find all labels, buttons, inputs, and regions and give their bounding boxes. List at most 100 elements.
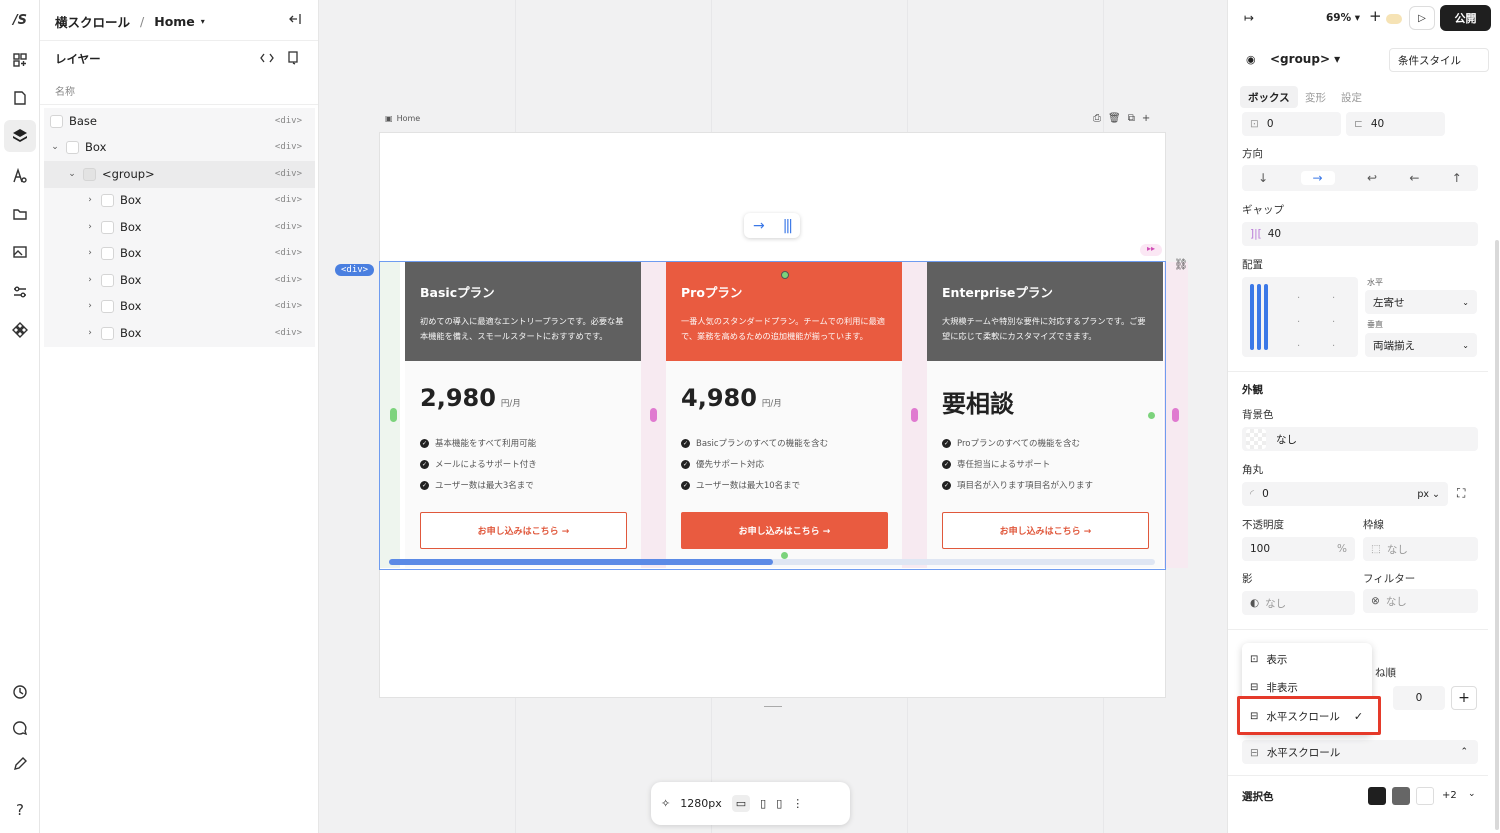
- pen-icon[interactable]: [8, 752, 32, 776]
- help-icon[interactable]: ?: [8, 798, 32, 822]
- chevron-down-icon[interactable]: ⌄: [50, 142, 60, 152]
- element-selector[interactable]: <group> ▾: [1270, 52, 1340, 66]
- add-button[interactable]: +: [1451, 686, 1477, 710]
- cond-style-button[interactable]: 条件スタイル: [1389, 48, 1489, 72]
- arrow-right-icon[interactable]: →: [753, 218, 765, 234]
- pages-icon[interactable]: [8, 86, 32, 110]
- mobile-icon[interactable]: ▯: [776, 797, 782, 810]
- folder-icon[interactable]: [8, 202, 32, 226]
- selection-tag[interactable]: <div>: [335, 264, 375, 276]
- size-field[interactable]: ⊡ 0: [1242, 112, 1341, 136]
- sparkle-icon[interactable]: ✧: [661, 797, 670, 810]
- apply-button[interactable]: お申し込みはこちら →: [942, 512, 1149, 549]
- scrollbar-thumb[interactable]: [389, 559, 773, 565]
- layers-icon[interactable]: [4, 120, 36, 152]
- image-icon[interactable]: [8, 240, 32, 264]
- history-icon[interactable]: [8, 680, 32, 704]
- panel-scrollbar[interactable]: [1495, 240, 1499, 830]
- layer-row[interactable]: › Box <div>: [44, 187, 314, 213]
- code-icon[interactable]: [260, 51, 274, 65]
- components-icon[interactable]: [8, 318, 32, 342]
- pricing-card-enterprise[interactable]: Enterpriseプラン 大規模チームや特別な要件に対応するプランです。ご要望…: [927, 262, 1163, 568]
- chevron-down-icon[interactable]: ⌄: [67, 169, 77, 179]
- publish-button[interactable]: 公開: [1440, 5, 1491, 31]
- frame-resize-handle[interactable]: [764, 706, 782, 707]
- more-icon[interactable]: ⋮: [792, 797, 803, 810]
- chevron-right-icon[interactable]: ›: [85, 195, 95, 205]
- bg-field[interactable]: なし: [1242, 427, 1478, 451]
- color-swatch[interactable]: [1392, 787, 1410, 805]
- tab-box[interactable]: ボックス: [1248, 90, 1290, 105]
- desktop-icon[interactable]: ▭: [731, 795, 751, 812]
- typography-icon[interactable]: [8, 164, 32, 188]
- chevron-right-icon[interactable]: ›: [85, 248, 95, 258]
- chevron-down-icon[interactable]: ⌄: [1468, 789, 1476, 799]
- pricing-card-basic[interactable]: Basicプラン 初めての導入に最適なエントリープランです。必要な基本機能を備え…: [405, 262, 641, 568]
- menu-item-show[interactable]: ⊡ 表示: [1250, 652, 1287, 667]
- zoom-level[interactable]: 69% ▾: [1326, 12, 1360, 24]
- more-colors[interactable]: +2: [1442, 790, 1457, 801]
- copy-icon[interactable]: [286, 51, 300, 65]
- canvas-width[interactable]: 1280px: [680, 797, 722, 810]
- apply-button[interactable]: お申し込みはこちら →: [681, 512, 888, 549]
- resize-handle[interactable]: [781, 271, 789, 279]
- comment-icon[interactable]: [8, 716, 32, 740]
- order-field[interactable]: 0: [1393, 686, 1445, 710]
- layer-row[interactable]: › Box <div>: [44, 240, 314, 266]
- chevron-right-icon[interactable]: ›: [85, 275, 95, 285]
- layer-row[interactable]: › Box <div>: [44, 293, 314, 319]
- layer-row[interactable]: › Box <div>: [44, 267, 314, 293]
- layer-row-selected[interactable]: ⌄ <group> <div>: [44, 161, 314, 187]
- horizontal-select[interactable]: 左寄せ ⌄: [1365, 290, 1477, 314]
- chevron-right-icon[interactable]: ›: [85, 328, 95, 338]
- vertical-select[interactable]: 両端揃え ⌄: [1365, 333, 1477, 357]
- columns-icon[interactable]: |||: [783, 218, 793, 234]
- layer-row[interactable]: ⌄ Box <div>: [44, 134, 314, 160]
- opacity-field[interactable]: 100%: [1242, 537, 1355, 561]
- duplicate-icon[interactable]: ⧉: [1128, 113, 1135, 124]
- color-swatch[interactable]: [1368, 787, 1386, 805]
- trash-icon[interactable]: 🗑: [1108, 113, 1121, 124]
- menu-item-hide[interactable]: ⊟ 非表示: [1250, 680, 1298, 695]
- variables-icon[interactable]: [8, 280, 32, 304]
- tab-settings[interactable]: 設定: [1341, 90, 1362, 105]
- border-field[interactable]: ⬚ なし: [1363, 537, 1478, 561]
- avatar[interactable]: [1386, 14, 1402, 24]
- layer-row[interactable]: Base <div>: [44, 108, 314, 134]
- resize-handle[interactable]: [1148, 412, 1155, 419]
- play-icon[interactable]: ▸▸: [1140, 244, 1162, 256]
- filter-field[interactable]: ⊗ なし: [1363, 589, 1478, 613]
- app-logo[interactable]: /S: [8, 8, 32, 32]
- arrow-down-icon[interactable]: ↓: [1258, 171, 1268, 185]
- gap-handle[interactable]: [911, 408, 918, 422]
- direction-toggle[interactable]: → |||: [744, 213, 800, 238]
- link-icon[interactable]: ⛓: [1174, 258, 1188, 271]
- visibility-icon[interactable]: ◉: [1246, 53, 1256, 66]
- chevron-right-icon[interactable]: ›: [85, 301, 95, 311]
- gap-field[interactable]: ]|[40: [1242, 222, 1478, 246]
- arrow-up-icon[interactable]: ↑: [1452, 171, 1462, 185]
- arrow-left-icon[interactable]: ←: [1409, 171, 1419, 185]
- breadcrumb-page[interactable]: Home: [154, 14, 195, 29]
- color-swatch[interactable]: [1416, 787, 1434, 805]
- alignment-grid[interactable]: · · · · · ·: [1242, 277, 1358, 357]
- shadow-field[interactable]: ◐ なし: [1242, 591, 1355, 615]
- layer-row[interactable]: › Box <div>: [44, 320, 314, 346]
- gap-handle[interactable]: [1172, 408, 1179, 422]
- padding-field[interactable]: ⊏ 40: [1346, 112, 1445, 136]
- tablet-icon[interactable]: ▯: [760, 797, 766, 810]
- resize-handle[interactable]: [781, 552, 788, 559]
- apply-button[interactable]: お申し込みはこちら →: [420, 512, 627, 549]
- collapse-panel-icon[interactable]: [288, 12, 302, 26]
- plus-icon[interactable]: +: [1142, 113, 1150, 124]
- export-icon[interactable]: ⎙: [1093, 113, 1101, 124]
- breadcrumb-project[interactable]: 横スクロール: [55, 12, 130, 31]
- expand-icon[interactable]: ↦: [1244, 11, 1254, 25]
- arrow-right-icon[interactable]: →: [1300, 171, 1335, 185]
- frame-label[interactable]: ▣ Home: [385, 114, 420, 123]
- corners-expand-icon[interactable]: ⛶: [1457, 486, 1465, 501]
- tab-transform[interactable]: 変形: [1305, 90, 1326, 105]
- add-elements-icon[interactable]: [8, 48, 32, 72]
- gap-handle[interactable]: [650, 408, 657, 422]
- layer-row[interactable]: › Box <div>: [44, 214, 314, 240]
